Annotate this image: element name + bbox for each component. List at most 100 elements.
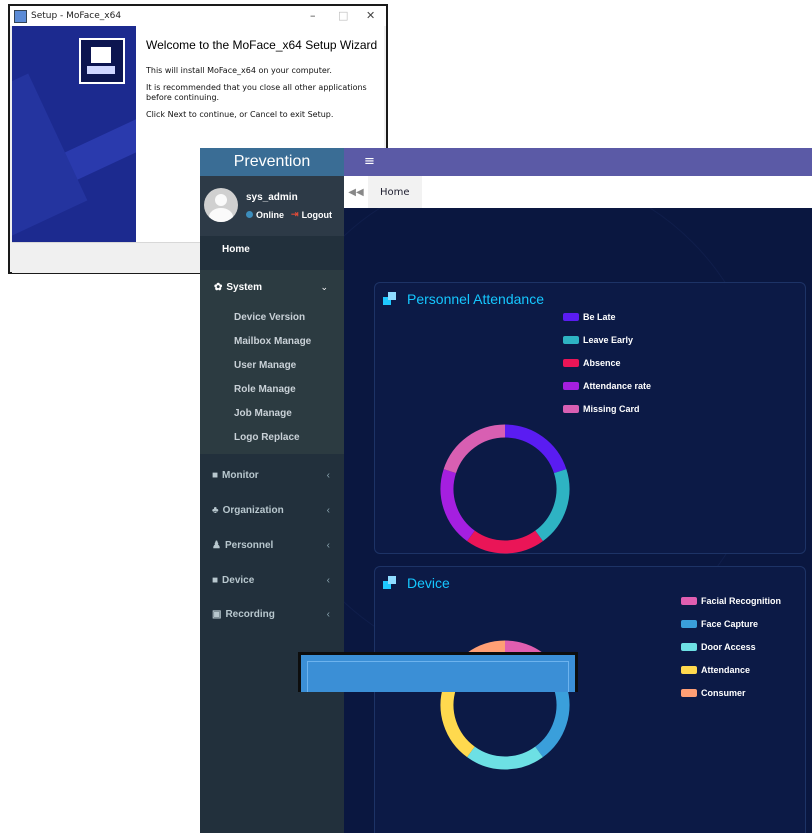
- nav-organization[interactable]: ♣ Organization: [212, 505, 284, 516]
- nav-personnel-label: Personnel: [224, 540, 274, 551]
- device-panel: Device Facial Recognition Face Capture Doo…: [374, 566, 806, 833]
- legend-swatch: [563, 313, 579, 321]
- nav-job-manage[interactable]: Job Manage: [234, 408, 292, 419]
- setup-line-2: It is recommended that you close all oth…: [146, 83, 367, 102]
- cubes-icon: [383, 292, 397, 306]
- legend-label: Consumer: [701, 688, 746, 698]
- legend-swatch: [563, 382, 579, 390]
- legend-label: Face Capture: [701, 619, 759, 629]
- attendance-legend: Be Late Leave Early Absence Attendance rate…: [563, 311, 651, 426]
- device-legend-item[interactable]: Consumer: [681, 687, 781, 699]
- legend-label: Absence: [583, 358, 621, 368]
- briefcase-icon: ▣: [212, 609, 222, 620]
- bottom-dialog-overlay: [298, 652, 578, 692]
- avatar: [204, 188, 238, 222]
- chevron-left-icon[interactable]: ‹: [327, 540, 330, 551]
- attendance-legend-item[interactable]: Be Late: [563, 311, 651, 323]
- attendance-title-text: Personnel Attendance: [407, 291, 544, 307]
- attendance-legend-item[interactable]: Absence: [563, 357, 651, 369]
- nav-monitor-label: Monitor: [222, 470, 259, 481]
- nav-system-label: System: [226, 282, 262, 293]
- legend-swatch: [681, 597, 697, 605]
- sidebar: Prevention sys_admin Online ⇥ Logout Hom…: [200, 148, 344, 833]
- tab-home[interactable]: Home: [368, 176, 422, 208]
- dashboard-window: Prevention sys_admin Online ⇥ Logout Hom…: [200, 148, 812, 833]
- device-slice-attendance[interactable]: [440, 685, 475, 758]
- nav-system[interactable]: ✿ System: [214, 282, 262, 293]
- nav-role-manage[interactable]: Role Manage: [234, 384, 296, 395]
- legend-swatch: [563, 336, 579, 344]
- nav-logo-replace[interactable]: Logo Replace: [234, 432, 300, 443]
- hamburger-menu-icon[interactable]: ≡: [364, 154, 375, 169]
- nav-organization-label: Organization: [222, 505, 284, 516]
- attendance-slice-leave-early[interactable]: [535, 469, 570, 542]
- user-status: Online ⇥ Logout: [246, 209, 332, 220]
- online-label: Online: [256, 209, 285, 220]
- main-content: Personnel Attendance Be Late Leave Early A…: [344, 208, 812, 833]
- scroll-left-icon[interactable]: ◀◀: [344, 176, 369, 208]
- chevron-down-icon[interactable]: ⌄: [320, 282, 328, 293]
- top-navbar: ≡: [344, 148, 812, 176]
- setup-heading: Welcome to the MoFace_x64 Setup Wizard: [146, 38, 378, 52]
- nav-home[interactable]: Home: [222, 244, 250, 255]
- chevron-left-icon[interactable]: ‹: [327, 575, 330, 586]
- chevron-left-icon[interactable]: ‹: [327, 470, 330, 481]
- user-panel: sys_admin Online ⇥ Logout: [200, 176, 344, 236]
- device-slice-face-capture[interactable]: [535, 685, 570, 758]
- nav-user-manage[interactable]: User Manage: [234, 360, 296, 371]
- attendance-slice-absence[interactable]: [467, 530, 543, 554]
- legend-label: Attendance: [701, 665, 751, 675]
- device-legend: Facial Recognition Face Capture Door Acces…: [681, 595, 781, 710]
- attendance-slice-missing-card[interactable]: [443, 424, 506, 474]
- legend-swatch: [681, 620, 697, 628]
- device-legend-item[interactable]: Face Capture: [681, 618, 781, 630]
- legend-swatch: [681, 689, 697, 697]
- legend-label: Missing Card: [583, 404, 640, 414]
- brand-title: Prevention: [200, 148, 344, 176]
- nav-mailbox-manage[interactable]: Mailbox Manage: [234, 336, 311, 347]
- nav-monitor[interactable]: ■ Monitor: [212, 470, 259, 481]
- legend-label: Door Access: [701, 642, 756, 652]
- device-legend-item[interactable]: Attendance: [681, 664, 781, 676]
- nav-recording[interactable]: ▣ Recording: [212, 609, 275, 620]
- users-icon: ♣: [212, 505, 219, 516]
- user-name: sys_admin: [246, 192, 298, 203]
- nav-device-version[interactable]: Device Version: [234, 312, 305, 323]
- setup-app-icon: [14, 9, 27, 23]
- setup-installer-icon: [79, 38, 125, 84]
- nav-personnel[interactable]: ♟ Personnel: [212, 540, 273, 551]
- online-dot-icon: [246, 211, 253, 218]
- minimize-button[interactable]: –: [310, 9, 316, 22]
- legend-label: Facial Recognition: [701, 596, 782, 606]
- device-slice-door-access[interactable]: [467, 746, 543, 770]
- video-camera-icon: ■: [212, 575, 219, 586]
- gear-icon: ✿: [214, 282, 223, 293]
- setup-line-3: Click Next to continue, or Cancel to exi…: [146, 110, 334, 119]
- attendance-donut-chart: [440, 424, 570, 554]
- device-legend-item[interactable]: Door Access: [681, 641, 781, 653]
- attendance-legend-item[interactable]: Missing Card: [563, 403, 651, 415]
- cubes-icon: [383, 576, 397, 590]
- setup-side-banner: [12, 26, 136, 242]
- close-button[interactable]: ✕: [366, 9, 375, 22]
- device-legend-item[interactable]: Facial Recognition: [681, 595, 781, 607]
- chevron-left-icon[interactable]: ‹: [327, 505, 330, 516]
- attendance-legend-item[interactable]: Leave Early: [563, 334, 651, 346]
- logout-link[interactable]: Logout: [302, 210, 333, 220]
- attendance-slice-attendance-rate[interactable]: [440, 469, 475, 542]
- nav-device[interactable]: ■ Device: [212, 575, 254, 586]
- legend-swatch: [681, 643, 697, 651]
- nav-system-group: ✿ System ⌄ Device Version Mailbox Manage…: [200, 270, 344, 454]
- legend-swatch: [681, 666, 697, 674]
- attendance-legend-item[interactable]: Attendance rate: [563, 380, 651, 392]
- setup-titlebar: Setup - MoFace_x64 – □ ✕: [10, 6, 386, 26]
- nav-device-label: Device: [222, 575, 255, 586]
- chevron-left-icon[interactable]: ‹: [327, 609, 330, 620]
- logout-icon[interactable]: ⇥: [291, 209, 299, 220]
- maximize-button[interactable]: □: [338, 9, 348, 22]
- attendance-slice-be-late[interactable]: [504, 424, 567, 474]
- video-camera-icon: ■: [212, 470, 219, 481]
- tab-bar: ◀◀ Home: [344, 176, 812, 208]
- person-icon: ♟: [212, 540, 221, 551]
- legend-swatch: [563, 405, 579, 413]
